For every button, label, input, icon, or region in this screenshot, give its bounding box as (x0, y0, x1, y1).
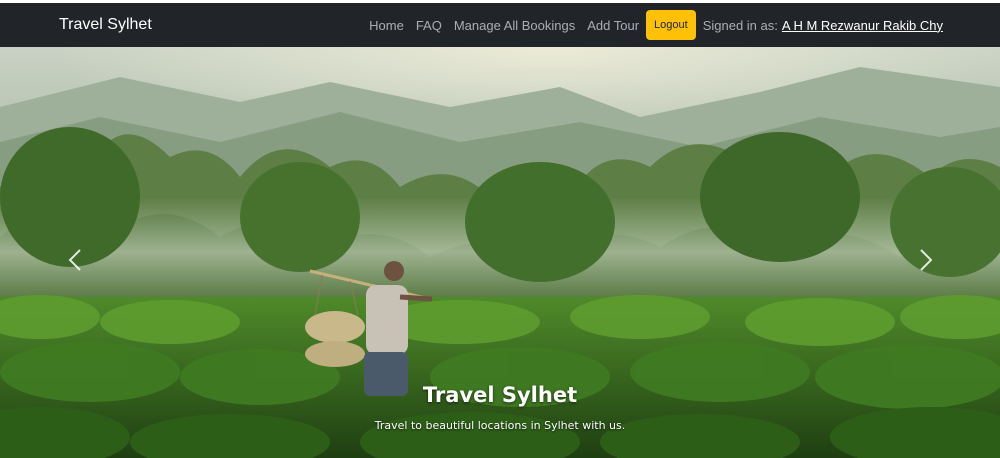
nav-link-add-tour[interactable]: Add Tour (587, 18, 639, 33)
hero-title: Travel Sylhet (422, 383, 578, 407)
nav-link-manage-bookings[interactable]: Manage All Bookings (454, 18, 575, 33)
carousel-prev-button[interactable] (60, 245, 90, 275)
nav-links: Home FAQ Manage All Bookings Add Tour Lo… (369, 10, 943, 40)
logout-button[interactable]: Logout (646, 10, 696, 40)
hero-carousel: Travel Sylhet Travel to beautiful locati… (0, 47, 1000, 458)
nav-link-faq[interactable]: FAQ (416, 18, 442, 33)
signed-in-status: Signed in as: A H M Rezwanur Rakib Chy (703, 18, 943, 33)
brand-logo-text[interactable]: Travel Sylhet (59, 16, 152, 34)
chevron-left-icon (68, 249, 81, 271)
hero-caption: Travel Sylhet Travel to beautiful locati… (0, 383, 1000, 432)
navbar: Travel Sylhet Home FAQ Manage All Bookin… (0, 3, 1000, 47)
carousel-next-button[interactable] (911, 245, 941, 275)
signed-in-user-link[interactable]: A H M Rezwanur Rakib Chy (782, 18, 943, 33)
nav-link-home[interactable]: Home (369, 18, 404, 33)
signed-in-label: Signed in as: (702, 17, 778, 33)
hero-subtitle: Travel to beautiful locations in Sylhet … (374, 419, 626, 432)
chevron-right-icon (920, 249, 933, 271)
